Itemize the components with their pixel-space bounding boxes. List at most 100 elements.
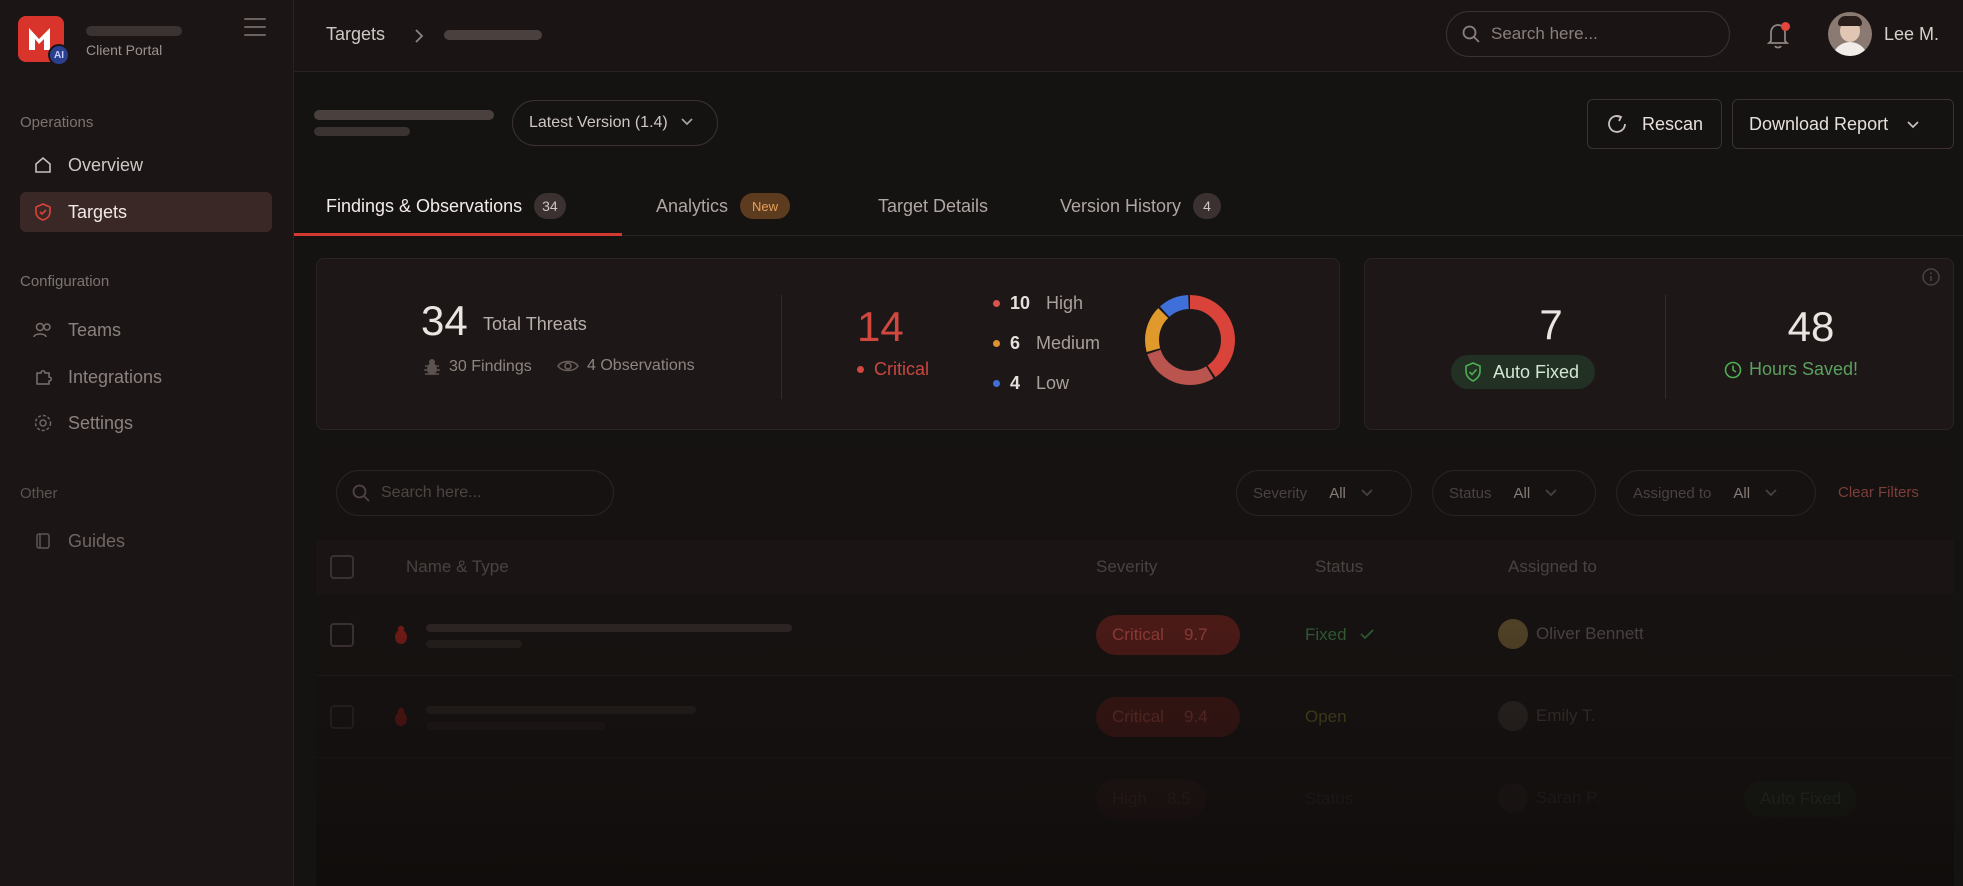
select-all-checkbox[interactable] <box>330 555 354 579</box>
table-header: Name & Type Severity Status Assigned to <box>316 540 1954 594</box>
sidebar-item-guides[interactable]: Guides <box>20 521 272 561</box>
assignee: Sarah P. <box>1498 783 1600 813</box>
brand[interactable]: AI Client Portal <box>18 14 278 66</box>
auto-fixed-count: 7 <box>1539 301 1563 348</box>
low-label: Low <box>1036 373 1070 393</box>
clear-filters-link[interactable]: Clear Filters <box>1838 484 1919 501</box>
table-row[interactable]: Critical 9.4 Open Emily T. <box>316 676 1954 758</box>
table-row[interactable]: Critical 9.7 Fixed Oliver Bennett <box>316 594 1954 676</box>
version-select[interactable]: Latest Version (1.4) <box>512 100 718 146</box>
chevron-down-icon <box>1361 489 1373 497</box>
hours-saved-text: Hours Saved! <box>1749 359 1859 379</box>
assignee-filter[interactable]: Assigned to All <box>1616 470 1816 516</box>
critical-dot <box>857 366 864 373</box>
users-icon <box>32 319 54 341</box>
brand-name-placeholder <box>86 26 182 36</box>
status-text: Fixed <box>1305 625 1375 645</box>
filter-value: All <box>1733 484 1751 502</box>
sidebar-item-integrations[interactable]: Integrations <box>20 357 272 397</box>
severity-filter[interactable]: Severity All <box>1236 470 1412 516</box>
filter-label: Status <box>1449 484 1492 502</box>
findings-count: 30 Findings <box>423 357 532 377</box>
rescan-button[interactable]: Rescan <box>1587 99 1722 149</box>
column-name-type[interactable]: Name & Type <box>406 557 509 577</box>
tab-label: Version History <box>1060 195 1182 216</box>
sidebar-item-settings[interactable]: Settings <box>20 403 272 443</box>
chevron-down-icon <box>1545 489 1557 497</box>
sidebar-item-teams[interactable]: Teams <box>20 310 272 350</box>
sidebar-item-overview[interactable]: Overview <box>20 145 272 185</box>
legend-high: 10 High <box>993 293 1083 314</box>
high-count: 10 <box>1010 293 1031 313</box>
finding-name-placeholder <box>426 624 792 632</box>
hours-saved-label: Hours Saved! <box>1723 359 1858 380</box>
tab-version-history[interactable]: Version History 4 <box>1060 176 1222 236</box>
status-text: Status <box>1305 789 1354 808</box>
download-label: Download Report <box>1749 113 1889 134</box>
findings-search-input[interactable]: Search here... <box>336 470 614 516</box>
observations-count: 4 Observations <box>557 357 695 375</box>
medium-count: 6 <box>1010 333 1021 353</box>
total-threats-count: 34 <box>421 297 468 344</box>
filter-label: Assigned to <box>1633 484 1712 502</box>
search-placeholder: Search here... <box>1491 24 1598 43</box>
info-icon[interactable] <box>1921 267 1941 292</box>
book-icon <box>32 530 54 552</box>
bug-icon <box>395 625 407 644</box>
divider <box>1665 295 1666 399</box>
tab-label: Target Details <box>878 195 989 216</box>
column-assigned-to[interactable]: Assigned to <box>1508 557 1597 577</box>
status-filter[interactable]: Status All <box>1432 470 1596 516</box>
user-name[interactable]: Lee M. <box>1884 24 1939 45</box>
filter-value: All <box>1329 484 1346 502</box>
avatar[interactable] <box>1828 12 1872 56</box>
active-tab-indicator <box>294 233 622 236</box>
avatar <box>1498 783 1528 813</box>
observations-label: 4 Observations <box>587 357 695 374</box>
column-status[interactable]: Status <box>1315 557 1363 577</box>
column-severity[interactable]: Severity <box>1096 557 1157 577</box>
shield-check-icon <box>1465 362 1481 382</box>
breadcrumb-current-placeholder <box>444 30 542 40</box>
severity-donut-chart <box>1145 295 1235 385</box>
high-label: High <box>1046 293 1084 313</box>
sidebar-item-label: Settings <box>68 412 134 433</box>
sidebar-item-targets[interactable]: Targets <box>20 192 272 232</box>
breadcrumb-targets[interactable]: Targets <box>326 24 385 45</box>
collapse-menu-icon[interactable] <box>244 18 266 36</box>
chevron-down-icon <box>1906 114 1920 135</box>
download-report-button[interactable]: Download Report <box>1732 99 1954 149</box>
table-row[interactable]: High 8.5 Status Sarah P. Auto Fixed <box>316 758 1954 840</box>
critical-label: Critical <box>857 359 929 380</box>
severity-badge: Critical 9.7 <box>1096 615 1240 655</box>
chevron-down-icon <box>1765 489 1777 497</box>
sidebar-item-label: Targets <box>68 201 128 222</box>
bell-icon[interactable] <box>1764 20 1792 50</box>
tab-count-badge: 34 <box>534 193 566 219</box>
tab-findings[interactable]: Findings & Observations 34 <box>326 176 566 236</box>
global-search-input[interactable]: Search here... <box>1446 11 1730 57</box>
home-icon <box>32 154 54 176</box>
search-icon <box>1462 25 1480 43</box>
sidebar-item-label: Teams <box>68 319 122 340</box>
row-checkbox[interactable] <box>330 623 354 647</box>
legend-low: 4 Low <box>993 373 1069 394</box>
filter-label: Severity <box>1253 484 1308 502</box>
chevron-down-icon <box>680 114 694 132</box>
bug-icon <box>395 707 407 726</box>
new-badge: New <box>740 193 791 219</box>
tab-bar: Findings & Observations 34 Analytics New… <box>294 176 1963 236</box>
avatar <box>1498 701 1528 731</box>
auto-fixed-chip: Auto Fixed <box>1744 781 1858 817</box>
sidebar-item-label: Guides <box>68 530 126 551</box>
medium-label: Medium <box>1036 333 1101 353</box>
target-title-placeholder <box>314 110 494 120</box>
assignee: Oliver Bennett <box>1498 619 1644 649</box>
row-checkbox[interactable] <box>330 705 354 729</box>
status-text: Open <box>1305 707 1347 726</box>
tab-analytics[interactable]: Analytics New <box>656 176 791 236</box>
clock-icon <box>1724 361 1742 378</box>
tab-target-details[interactable]: Target Details <box>878 176 988 236</box>
target-shield-icon <box>32 201 54 223</box>
severity-badge: Critical 9.4 <box>1096 697 1240 737</box>
